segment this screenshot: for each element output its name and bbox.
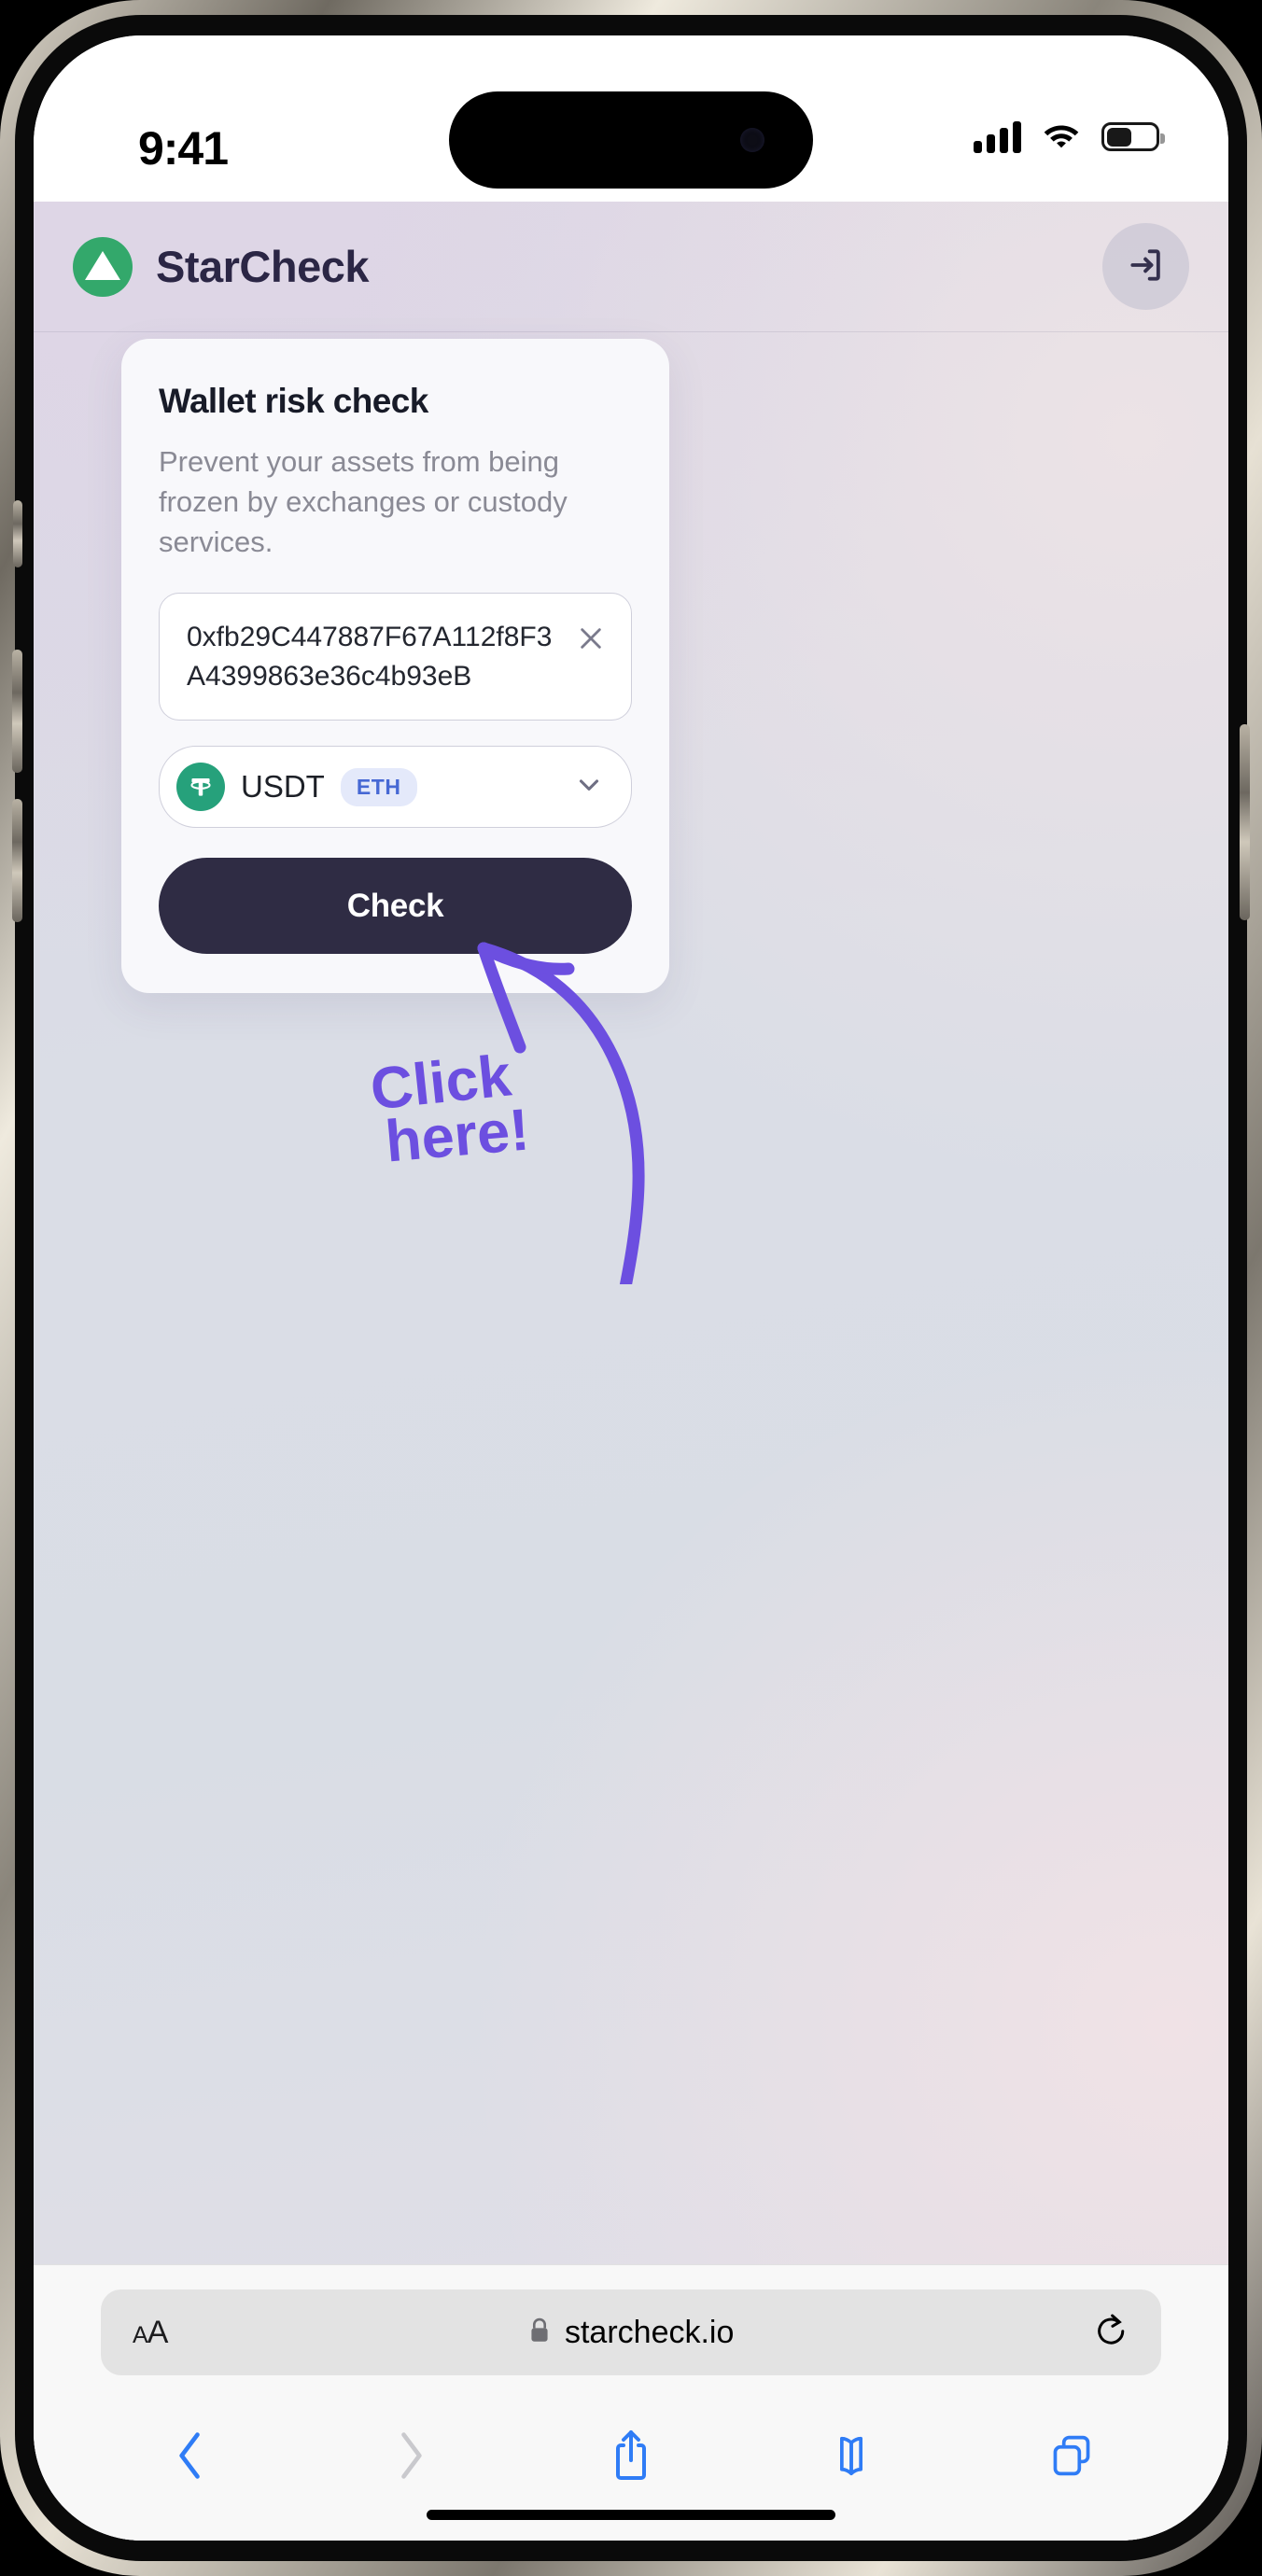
safari-url-bar[interactable]: AA starcheck.io <box>101 2289 1161 2375</box>
volume-down-button[interactable] <box>12 799 22 922</box>
battery-icon <box>1101 122 1165 151</box>
power-button[interactable] <box>1240 724 1250 920</box>
status-bar: 9:41 <box>34 35 1228 202</box>
forward-button[interactable] <box>359 2415 462 2499</box>
chain-badge: ETH <box>340 767 417 806</box>
lock-icon <box>527 2316 552 2350</box>
page-settings-button[interactable]: AA <box>133 2314 169 2351</box>
book-icon <box>829 2431 874 2483</box>
bookmarks-button[interactable] <box>800 2415 903 2499</box>
chevron-forward-icon <box>393 2429 428 2485</box>
share-icon <box>609 2428 653 2486</box>
card-subtitle: Prevent your assets from being frozen by… <box>159 445 568 558</box>
brand-name: StarCheck <box>156 242 370 291</box>
back-button[interactable] <box>139 2415 242 2499</box>
url-display: starcheck.io <box>167 2315 1094 2351</box>
home-indicator <box>427 2510 835 2520</box>
cellular-signal-icon <box>974 120 1021 153</box>
annotation-line-2: here! <box>383 1097 532 1175</box>
dynamic-island <box>449 91 813 189</box>
card-title: Wallet risk check <box>159 382 428 420</box>
battery-fill <box>1106 127 1132 147</box>
login-arrow-icon <box>1126 245 1167 288</box>
url-text: starcheck.io <box>564 2314 735 2350</box>
safari-bottom-bar: AA starcheck.io <box>34 2264 1228 2541</box>
starcheck-triangle-logo <box>73 236 133 297</box>
clear-address-button[interactable] <box>571 620 610 659</box>
login-button[interactable] <box>1102 223 1189 310</box>
annotation-text: Click here! <box>365 1043 532 1174</box>
wallet-risk-check-card: Wallet risk check Prevent your assets fr… <box>121 339 669 994</box>
brand: StarCheck <box>73 236 370 297</box>
wallet-address-input[interactable]: 0xfb29C447887F67A112f8F3A4399863e36c4b93… <box>159 593 632 721</box>
token-symbol: USDT <box>241 769 325 805</box>
status-bar-time: 9:41 <box>137 122 229 175</box>
device-body: 9:41 StarCheck Wallet risk check Prevent… <box>12 15 1250 2561</box>
reload-icon <box>1094 2311 1129 2355</box>
chevron-down-icon <box>573 769 605 805</box>
device-frame: 9:41 StarCheck Wallet risk check Prevent… <box>0 0 1262 2576</box>
font-size-small-a: A <box>133 2321 148 2348</box>
wallet-address-value: 0xfb29C447887F67A112f8F3A4399863e36c4b93… <box>187 622 553 692</box>
status-bar-indicators <box>974 119 1165 154</box>
font-size-large-a: A <box>147 2314 169 2350</box>
app-header: StarCheck <box>34 202 1228 332</box>
reload-button[interactable] <box>1094 2311 1129 2355</box>
tabs-button[interactable] <box>1020 2415 1123 2499</box>
phone-screen: 9:41 StarCheck Wallet risk check Prevent… <box>34 35 1228 2541</box>
token-select[interactable]: USDT ETH <box>159 746 632 829</box>
wifi-icon <box>1042 119 1081 154</box>
safari-toolbar <box>34 2405 1228 2508</box>
close-x-icon <box>576 623 606 656</box>
front-camera-icon <box>740 128 764 152</box>
silent-switch[interactable] <box>13 500 22 567</box>
tabs-icon <box>1049 2431 1094 2483</box>
web-page: StarCheck Wallet risk check Prevent your… <box>34 202 1228 2541</box>
tether-logo-icon <box>176 763 225 812</box>
share-button[interactable] <box>580 2415 682 2499</box>
annotation-line-1: Click <box>367 1043 514 1123</box>
check-button[interactable]: Check <box>159 858 632 955</box>
volume-up-button[interactable] <box>12 650 22 773</box>
chevron-back-icon <box>173 2429 208 2485</box>
